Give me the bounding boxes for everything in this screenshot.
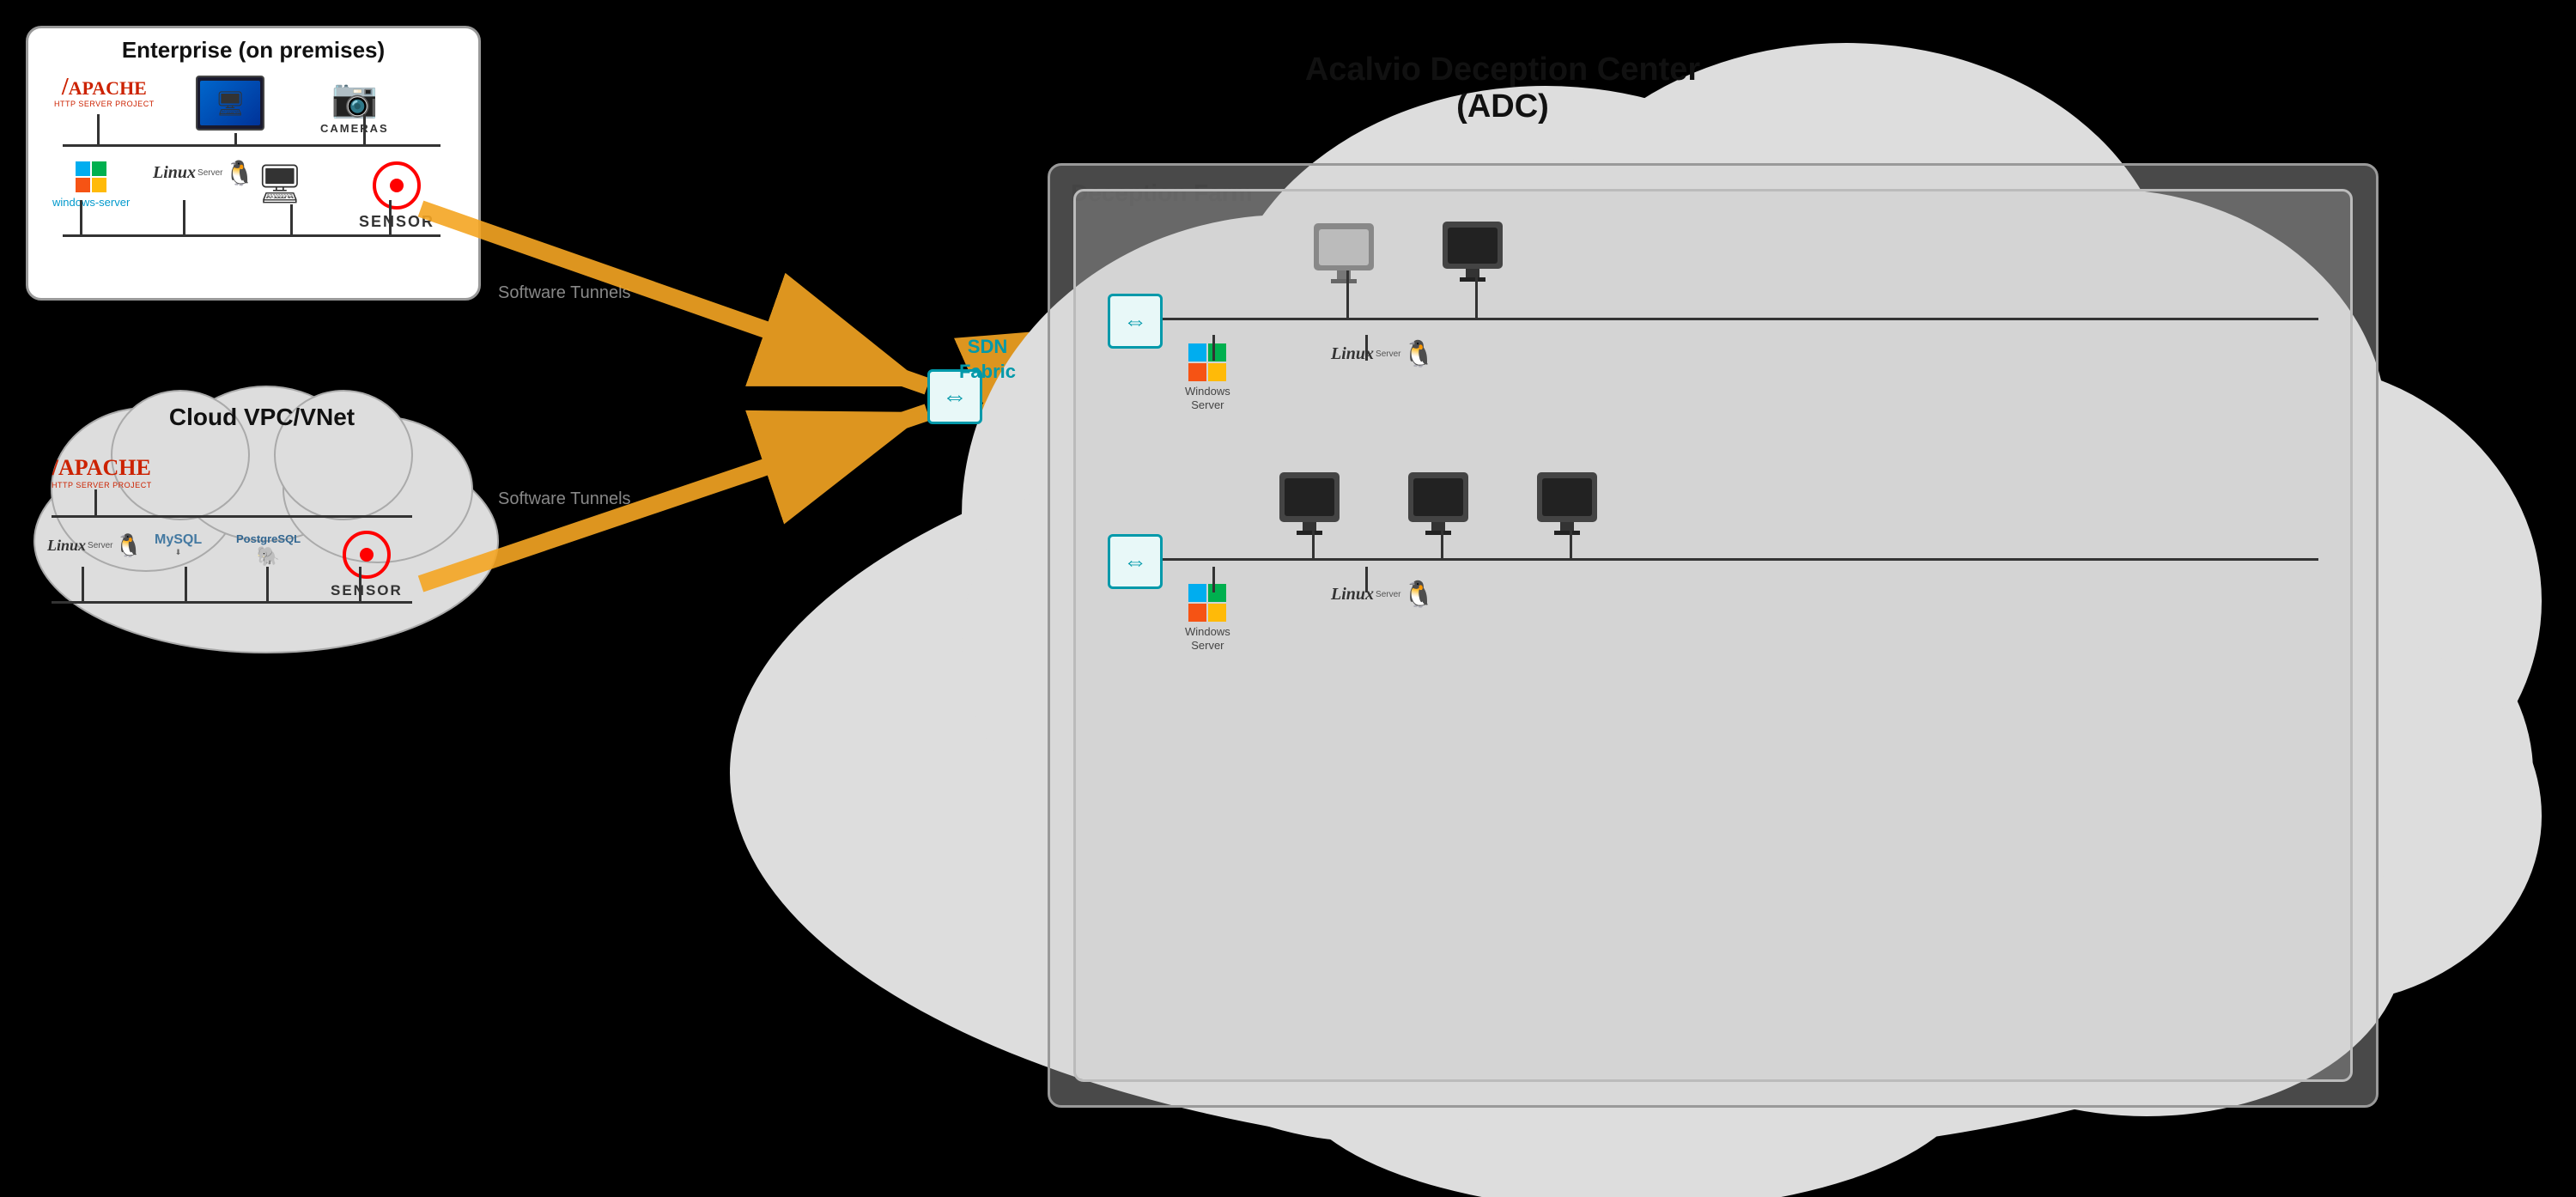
sensor-enterprise: SENSOR: [359, 161, 434, 231]
cameras-label: CAMERAS: [320, 122, 389, 135]
linux-server-enterprise: Linux Server 🐧: [153, 159, 254, 187]
diagram-container: Enterprise (on premises) /APACHE HTTP SE…: [0, 0, 2576, 1197]
windows-monitor-enterprise: 🖥: [196, 76, 264, 131]
dark-monitor-mid-3: [1537, 472, 1597, 535]
cloud-vpc-shape: [9, 343, 524, 670]
adc-title: Acalvio Deception Center (ADC): [1202, 52, 1803, 125]
v-line-winserver: [80, 200, 82, 234]
v-line-apache: [97, 114, 100, 145]
sensor-label-cloud: SENSOR: [331, 582, 403, 599]
v-line-pg: [266, 567, 269, 601]
sdn-fabric-label: SDN Fabric: [945, 335, 1030, 384]
v-line-mysql: [185, 567, 187, 601]
windows-server-enterprise: windows-server: [52, 161, 130, 210]
v-line-cameras: [363, 114, 366, 145]
v-farm-dark-mid3: [1570, 524, 1572, 558]
dark-monitor-farm-1: [1443, 222, 1503, 282]
windows-server-farm-bottom: WindowsServer: [1185, 584, 1230, 652]
sensor-cloud: SENSOR: [331, 531, 403, 599]
mac-farm-1: [1314, 223, 1374, 283]
v-farm-dark-mid2: [1441, 524, 1443, 558]
cloud-bus-row1: [52, 515, 412, 518]
enterprise-box: Enterprise (on premises) /APACHE HTTP SE…: [26, 26, 481, 301]
sensor-label-enterprise: SENSOR: [359, 213, 434, 231]
linux-cloud: Linux Server 🐧: [47, 532, 143, 559]
apache-cloud: /APACHE HTTP SERVER PROJECT: [52, 455, 152, 489]
windows-server-farm-top: WindowsServer: [1185, 343, 1230, 411]
v-farm-dark-mid1: [1312, 524, 1315, 558]
apache-icon-enterprise: /APACHE HTTP SERVER PROJECT: [54, 76, 155, 108]
v-line-linux-ent: [183, 200, 185, 234]
mysql-cloud: MySQL ⬇: [155, 532, 202, 557]
dark-monitor-mid-2: [1408, 472, 1468, 535]
farm-bus-2: [1151, 558, 2318, 561]
postgresql-cloud: PostgreSQL 🐘: [236, 532, 301, 568]
linux-farm-bottom: Linux Server 🐧: [1331, 580, 1435, 610]
deception-farm-inner: [1073, 189, 2353, 1082]
mac-monitor-enterprise: 🖥: [256, 161, 304, 206]
v-farm-winserver-bot: [1212, 567, 1215, 592]
windows-server-label-enterprise: windows-server: [52, 196, 130, 210]
sdn-switch-top: ⇔: [1108, 294, 1163, 349]
enterprise-title: Enterprise (on premises): [37, 37, 470, 64]
farm-bus-1: [1151, 318, 2318, 320]
tunnel-label-1: Software Tunnels: [498, 283, 631, 303]
v-line-sensor-ent: [389, 200, 392, 234]
v-farm-linux-bot: [1365, 567, 1368, 592]
v-line-mac-ent: [290, 204, 293, 234]
v-line-linux-cloud: [82, 567, 84, 601]
bus-line-row1: [63, 144, 440, 147]
v-farm-winserver-top: [1212, 335, 1215, 361]
sdn-switch-bottom: ⇔: [1108, 534, 1163, 589]
v-line-apache-cloud: [94, 489, 97, 515]
cloud-vpc-title: Cloud VPC/VNet: [34, 404, 489, 431]
tunnel-label-2: Software Tunnels: [498, 489, 631, 509]
v-line-sensor-cloud: [359, 567, 361, 601]
linux-farm-top: Linux Server 🐧: [1331, 339, 1435, 369]
v-farm-mac1: [1346, 270, 1349, 318]
v-farm-linux-top: [1365, 335, 1368, 361]
cloud-bus-row2: [52, 601, 412, 604]
cameras-enterprise: 📷 CAMERAS: [320, 76, 389, 135]
bus-line-row2: [63, 234, 440, 237]
v-farm-dark1: [1475, 270, 1478, 318]
dark-monitor-mid-1: [1279, 472, 1340, 535]
v-line-monitor: [234, 133, 237, 145]
